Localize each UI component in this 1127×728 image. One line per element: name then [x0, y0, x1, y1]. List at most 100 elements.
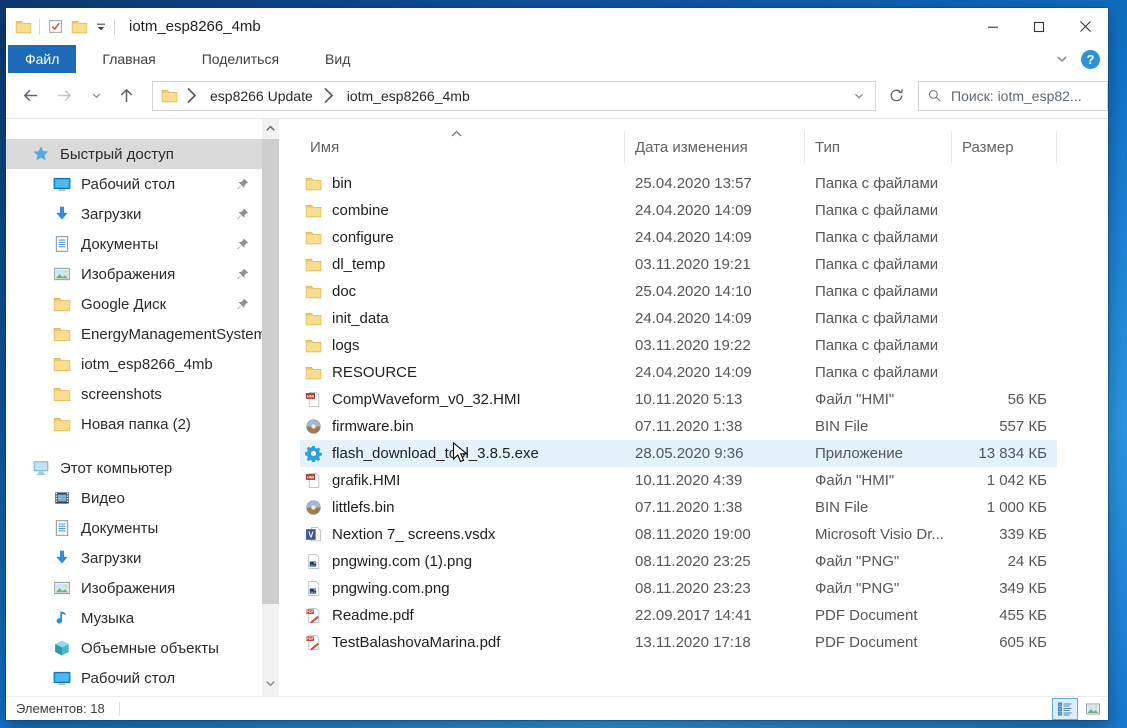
- qat-customize-icon[interactable]: [95, 21, 107, 33]
- file-date-cell: 07.11.2020 1:38: [625, 499, 805, 516]
- document-icon: [53, 235, 71, 253]
- file-date-cell: 13.11.2020 17:18: [625, 634, 805, 651]
- details-view-button[interactable]: [1052, 698, 1078, 720]
- file-row[interactable]: init_data24.04.2020 14:09Папка с файлами: [300, 305, 1057, 332]
- sidebar-item[interactable]: Загрузки: [6, 543, 262, 573]
- file-row[interactable]: RESOURCE24.04.2020 14:09Папка с файлами: [300, 359, 1057, 386]
- scroll-up-icon[interactable]: [264, 122, 277, 135]
- column-header[interactable]: Размер: [952, 131, 1057, 163]
- refresh-button[interactable]: [879, 81, 913, 111]
- sidebar-item[interactable]: screenshots: [6, 379, 262, 409]
- file-size-cell: 339 КБ: [952, 526, 1057, 543]
- file-row[interactable]: HMICompWaveform_v0_32.HMI10.11.2020 5:13…: [300, 386, 1057, 413]
- pictures-icon: [53, 265, 71, 283]
- disc-file-icon: [305, 418, 322, 435]
- sidebar-item[interactable]: Документы: [6, 513, 262, 543]
- file-row[interactable]: flash_download_tool_3.8.5.exe28.05.2020 …: [300, 440, 1057, 467]
- sidebar-item[interactable]: Изображения: [6, 259, 262, 289]
- file-row[interactable]: bin25.04.2020 13:57Папка с файлами: [300, 170, 1057, 197]
- ribbon-tab[interactable]: Главная: [82, 45, 175, 73]
- thumbnails-view-icon: [1085, 701, 1101, 717]
- document-icon: [53, 519, 71, 537]
- sidebar-item[interactable]: Google Диск: [6, 289, 262, 319]
- back-button[interactable]: [16, 82, 44, 110]
- sidebar-item-label: Рабочий стол: [81, 176, 175, 193]
- column-header[interactable]: Тип: [805, 131, 952, 163]
- sidebar-item[interactable]: Рабочий стол: [6, 663, 262, 693]
- folder-icon: [305, 310, 322, 327]
- sidebar-item[interactable]: Документы: [6, 229, 262, 259]
- main-area: Быстрый доступРабочий столЗагрузкиДокуме…: [6, 119, 1108, 696]
- file-row[interactable]: PDFTestBalashovaMarina.pdf13.11.2020 17:…: [300, 629, 1057, 656]
- file-row[interactable]: configure24.04.2020 14:09Папка с файлами: [300, 224, 1057, 251]
- file-type-cell: Папка с файлами: [805, 202, 952, 219]
- recent-locations-dropdown-icon[interactable]: [86, 82, 106, 110]
- up-button[interactable]: [112, 82, 140, 110]
- minimize-button[interactable]: [970, 8, 1016, 45]
- file-type-cell: Папка с файлами: [805, 283, 952, 300]
- close-button[interactable]: [1062, 8, 1108, 45]
- pdf-file-icon: PDF: [305, 634, 322, 651]
- scroll-down-icon[interactable]: [264, 677, 277, 690]
- ribbon-tab[interactable]: Файл: [8, 45, 76, 73]
- file-type-cell: Папка с файлами: [805, 310, 952, 327]
- ribbon-tab[interactable]: Поделиться: [182, 45, 299, 73]
- thumbnails-view-button[interactable]: [1080, 698, 1106, 720]
- file-type-cell: Папка с файлами: [805, 229, 952, 246]
- sidebar-item[interactable]: Музыка: [6, 603, 262, 633]
- quick-access-toolbar: [6, 18, 115, 35]
- forward-button[interactable]: [50, 82, 78, 110]
- window-controls: [970, 8, 1108, 45]
- svg-text:PDF: PDF: [306, 637, 314, 641]
- sidebar-scrollbar[interactable]: [262, 119, 279, 696]
- scrollbar-thumb[interactable]: [262, 139, 279, 604]
- breadcrumb-segment[interactable]: esp8266 Update: [204, 88, 319, 104]
- maximize-button[interactable]: [1016, 8, 1062, 45]
- file-row[interactable]: littlefs.bin07.11.2020 1:38BIN File1 000…: [300, 494, 1057, 521]
- sidebar-item[interactable]: EnergyManagementSystemN: [6, 319, 262, 349]
- file-date-cell: 24.04.2020 14:09: [625, 364, 805, 381]
- sidebar-item[interactable]: Быстрый доступ: [6, 139, 262, 169]
- sidebar-item[interactable]: Видео: [6, 483, 262, 513]
- sidebar-item-label: Этот компьютер: [60, 460, 172, 477]
- file-row[interactable]: combine24.04.2020 14:09Папка с файлами: [300, 197, 1057, 224]
- sidebar-item[interactable]: Этот компьютер: [6, 453, 262, 483]
- folder-icon[interactable]: [71, 18, 88, 35]
- window-title: iotm_esp8266_4mb: [129, 18, 261, 35]
- breadcrumb-separator-icon: [183, 87, 200, 104]
- file-row[interactable]: pngwing.com (1).png08.11.2020 23:25Файл …: [300, 548, 1057, 575]
- ribbon-tab[interactable]: Вид: [305, 45, 370, 73]
- help-icon[interactable]: ?: [1081, 50, 1100, 69]
- file-name-cell: VNextion 7_ screens.vsdx: [300, 526, 625, 543]
- desktop-icon: [53, 669, 71, 687]
- file-row[interactable]: HMIgrafik.HMI10.11.2020 4:39Файл "HMI"1 …: [300, 467, 1057, 494]
- sidebar-item[interactable]: iotm_esp8266_4mb: [6, 349, 262, 379]
- file-row[interactable]: doc25.04.2020 14:10Папка с файлами: [300, 278, 1057, 305]
- downloads-icon: [53, 549, 71, 567]
- folder-icon: [305, 229, 322, 246]
- file-row[interactable]: logs03.11.2020 19:22Папка с файлами: [300, 332, 1057, 359]
- sidebar-item[interactable]: Загрузки: [6, 199, 262, 229]
- collapse-ribbon-icon[interactable]: [1055, 52, 1069, 66]
- column-header[interactable]: Имя: [300, 131, 625, 163]
- search-input[interactable]: Поиск: iotm_esp82...: [918, 81, 1108, 111]
- address-bar[interactable]: esp8266 Update iotm_esp8266_4mb: [152, 81, 876, 111]
- file-row[interactable]: PDFReadme.pdf22.09.2017 14:41PDF Documen…: [300, 602, 1057, 629]
- checkbox-icon[interactable]: [47, 18, 64, 35]
- file-date-cell: 24.04.2020 14:09: [625, 229, 805, 246]
- file-row[interactable]: dl_temp03.11.2020 19:21Папка с файлами: [300, 251, 1057, 278]
- sidebar-item[interactable]: Изображения: [6, 573, 262, 603]
- breadcrumb-segment[interactable]: iotm_esp8266_4mb: [341, 88, 476, 104]
- address-dropdown-icon[interactable]: [853, 90, 865, 102]
- column-header[interactable]: Дата изменения: [625, 131, 805, 163]
- sidebar-item[interactable]: Новая папка (2): [6, 409, 262, 439]
- file-name: combine: [332, 202, 389, 219]
- sidebar-item[interactable]: Объемные объекты: [6, 633, 262, 663]
- sidebar-item[interactable]: Рабочий стол: [6, 169, 262, 199]
- file-row[interactable]: pngwing.com.png08.11.2020 23:23Файл "PNG…: [300, 575, 1057, 602]
- file-row[interactable]: firmware.bin07.11.2020 1:38BIN File557 К…: [300, 413, 1057, 440]
- downloads-icon: [53, 205, 71, 223]
- file-row[interactable]: VNextion 7_ screens.vsdx08.11.2020 19:00…: [300, 521, 1057, 548]
- file-size-cell: 24 КБ: [952, 553, 1057, 570]
- file-name-cell: firmware.bin: [300, 418, 625, 435]
